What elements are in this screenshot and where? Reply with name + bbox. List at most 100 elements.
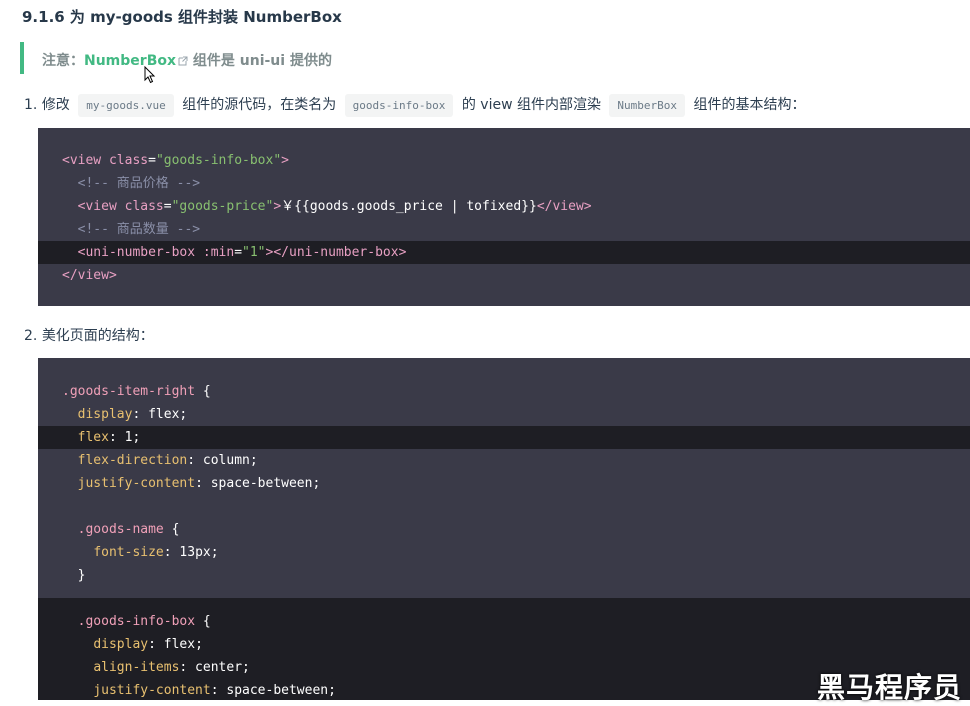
- section-heading: 9.1.6 为 my-goods 组件封装 NumberBox: [22, 8, 342, 26]
- code-line-text: display: flex;: [38, 407, 188, 422]
- code-line: [38, 587, 970, 610]
- code-token: >: [281, 153, 289, 168]
- code-token: =: [148, 153, 156, 168]
- code-line-text: justify-content: space-between;: [38, 683, 336, 698]
- code-token: <!-- 商品价格 -->: [77, 176, 201, 191]
- code-line-text: .goods-name {: [38, 522, 180, 537]
- code-token: flex: [77, 430, 109, 445]
- code-line: justify-content: space-between;: [38, 472, 970, 495]
- code-line-text: display: flex;: [38, 637, 203, 652]
- code-token: </view>: [62, 268, 117, 283]
- code-token: }: [77, 568, 86, 583]
- code-line-text: .goods-item-right {: [38, 384, 211, 399]
- code-line-text: <!-- 商品价格 -->: [38, 176, 200, 191]
- code-line: .goods-item-right {: [38, 380, 970, 403]
- step-2-label: 美化页面的结构：: [41, 328, 154, 344]
- code-line: flex-direction: column;: [38, 449, 970, 472]
- code-block-template: <view class="goods-info-box"> <!-- 商品价格 …: [38, 128, 970, 306]
- step-2-number: 2.: [24, 328, 38, 344]
- step-1-number: 1.: [24, 97, 38, 113]
- code-token: class: [108, 153, 149, 168]
- code-token: justify-content: [93, 683, 211, 698]
- code-line-text: <view class="goods-info-box">: [38, 153, 289, 168]
- code-token: "goods-info-box": [155, 153, 282, 168]
- code-line: [38, 495, 970, 518]
- numberbox-link[interactable]: NumberBox: [84, 53, 176, 69]
- mouse-cursor-icon: [144, 66, 156, 84]
- code-line-text: flex: 1;: [38, 430, 141, 445]
- code-line-text: </view>: [38, 268, 117, 283]
- code-token: align-items: [93, 660, 180, 675]
- code-token: flex-direction: [77, 453, 188, 468]
- code-token: =: [163, 199, 172, 214]
- code-token: <uni-number-box: [77, 245, 203, 260]
- inline-code-my-goods: my-goods.vue: [78, 94, 174, 117]
- code-line-text: justify-content: space-between;: [38, 476, 321, 491]
- code-line-text: flex-direction: column;: [38, 453, 258, 468]
- code-token: "goods-price": [171, 199, 274, 214]
- code-line: }: [38, 564, 970, 587]
- code-token: <!-- 商品数量 -->: [77, 222, 201, 237]
- code-token: >: [273, 199, 282, 214]
- code-line: <!-- 商品数量 -->: [38, 218, 970, 241]
- code-token: .goods-info-box: [77, 614, 196, 629]
- code-line-text: .goods-info-box {: [38, 614, 211, 629]
- code-line: <view class="goods-price">￥{{goods.goods…: [38, 195, 970, 218]
- code-token: class: [124, 199, 164, 214]
- code-line: </view>: [38, 264, 970, 287]
- code-line-text: <uni-number-box :min="1"></uni-number-bo…: [38, 245, 407, 260]
- step-1-part-4: 组件的基本结构：: [693, 97, 806, 113]
- code-token: : 13px;: [163, 545, 219, 560]
- code-line-text: align-items: center;: [38, 660, 250, 675]
- code-token: : space-between;: [210, 683, 336, 698]
- code-token: : space-between;: [195, 476, 321, 491]
- code-line: flex: 1;: [38, 426, 970, 449]
- code-token: =: [234, 245, 243, 260]
- code-line: display: flex;: [38, 403, 970, 426]
- code-token: display: [93, 637, 149, 652]
- code-line-text: font-size: 13px;: [38, 545, 219, 560]
- code-line-text: <!-- 商品数量 -->: [38, 222, 200, 237]
- step-1-part-2: 组件的源代码，在类名为: [182, 97, 337, 113]
- watermark: 黑马程序员: [816, 671, 962, 704]
- external-link-icon: [178, 56, 188, 66]
- code-token: {: [195, 384, 211, 399]
- code-token: : flex;: [132, 407, 188, 422]
- code-line: .goods-info-box {: [38, 610, 970, 633]
- code-token: font-size: [93, 545, 164, 560]
- inline-code-numberbox: NumberBox: [609, 94, 686, 117]
- note-text: 注意：NumberBox 组件是 uni-ui 提供的: [42, 50, 332, 70]
- step-1-part-3: 的 view 组件内部渲染: [461, 97, 601, 113]
- code-line: .goods-name {: [38, 518, 970, 541]
- code-token: display: [77, 407, 133, 422]
- code-token: : 1;: [108, 430, 141, 445]
- step-1-text: 1. 修改 my-goods.vue 组件的源代码，在类名为 goods-inf…: [24, 94, 806, 117]
- code-token: </view>: [536, 199, 592, 214]
- code-token: ></uni-number-box>: [265, 245, 407, 260]
- code-line: <uni-number-box :min="1"></uni-number-bo…: [38, 241, 970, 264]
- code-token: : column;: [187, 453, 258, 468]
- code-token: "1": [242, 245, 266, 260]
- note-callout: 注意：NumberBox 组件是 uni-ui 提供的: [20, 42, 954, 74]
- code-line: <!-- 商品价格 -->: [38, 172, 970, 195]
- code-token: : flex;: [148, 637, 203, 652]
- code-line-text: }: [38, 568, 86, 583]
- code-line: <view class="goods-info-box">: [38, 149, 970, 172]
- code-token: :min: [202, 245, 235, 260]
